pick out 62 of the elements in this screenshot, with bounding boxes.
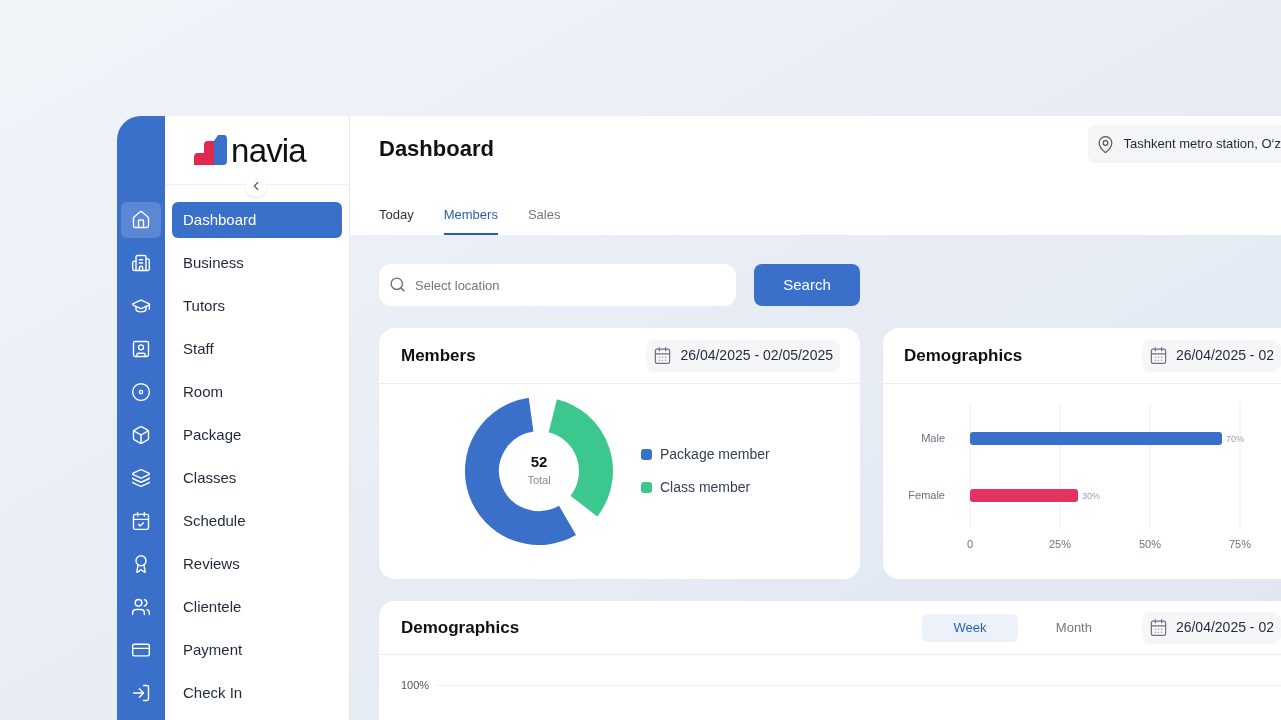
rail-button[interactable] bbox=[121, 202, 161, 238]
location-text: Tashkent metro station, O‘z bbox=[1123, 135, 1281, 154]
date-range-text: 26/04/2025 - 02/05/2025 bbox=[680, 346, 833, 365]
category-label: Female bbox=[908, 489, 945, 501]
date-range-text: 26/04/2025 - 02 bbox=[1175, 618, 1274, 637]
logo-mark bbox=[194, 135, 229, 165]
box-icon bbox=[131, 425, 151, 445]
user-icon bbox=[131, 339, 151, 359]
axis-label: 100% bbox=[401, 678, 430, 693]
axis-tick-label: 75% bbox=[1229, 538, 1251, 550]
period-toggle[interactable]: Week bbox=[921, 613, 1018, 642]
logo-text: navia bbox=[231, 133, 306, 167]
calendar-icon bbox=[1148, 346, 1168, 365]
nav-item[interactable]: Reviews bbox=[172, 546, 342, 582]
category-label: Male bbox=[921, 432, 945, 444]
location-selector[interactable]: Tashkent metro station, O‘z bbox=[1088, 125, 1281, 163]
calendar-check-icon bbox=[131, 511, 151, 531]
date-range-text: 26/04/2025 - 02 bbox=[1175, 346, 1274, 365]
collapse-button[interactable] bbox=[245, 175, 267, 197]
nav-item[interactable]: Schedule bbox=[172, 503, 342, 539]
disc-icon bbox=[131, 382, 151, 402]
nav-item[interactable]: Dashboard bbox=[172, 202, 342, 238]
nav-item[interactable]: Check In bbox=[172, 675, 342, 711]
tab[interactable]: Today bbox=[379, 197, 414, 235]
search-field[interactable]: Select location bbox=[379, 264, 736, 306]
credit-card-icon bbox=[131, 640, 151, 660]
nav-item[interactable]: Payment bbox=[172, 632, 342, 668]
layers-icon bbox=[131, 468, 151, 488]
axis-tick-label: 25% bbox=[1049, 538, 1071, 550]
nav-item[interactable]: Classes bbox=[172, 460, 342, 496]
nav-item[interactable]: Clientele bbox=[172, 589, 342, 625]
tab[interactable]: Sales bbox=[527, 197, 561, 235]
nav-item[interactable]: Package bbox=[172, 417, 342, 453]
total-value: 52 bbox=[530, 453, 548, 473]
users-icon bbox=[131, 597, 151, 617]
buildings-icon bbox=[131, 253, 151, 273]
home-icon bbox=[131, 210, 151, 230]
calendar-icon bbox=[653, 346, 673, 365]
card-title: Members bbox=[401, 344, 476, 367]
axis-tick-label: 50% bbox=[1139, 538, 1161, 550]
log-in-icon bbox=[131, 683, 151, 703]
tab[interactable]: Members bbox=[443, 197, 498, 235]
card-title: Demographics bbox=[401, 616, 521, 639]
legend-label: Package member bbox=[660, 445, 770, 464]
page-title: Dashboard bbox=[379, 135, 494, 163]
search-icon bbox=[389, 276, 406, 293]
period-toggle[interactable]: Month bbox=[1025, 613, 1122, 642]
axis-tick-label: 0 bbox=[966, 538, 974, 550]
value-label: 30% bbox=[1082, 491, 1100, 501]
date-range-picker[interactable]: 26/04/2025 - 02 bbox=[1141, 339, 1281, 372]
date-range-picker[interactable]: 26/04/2025 - 02 bbox=[1141, 611, 1281, 644]
nav-item[interactable]: Staff bbox=[172, 331, 342, 367]
value-label: 70% bbox=[1226, 434, 1244, 444]
date-range-picker[interactable]: 26/04/2025 - 02/05/2025 bbox=[646, 339, 840, 372]
nav-item[interactable]: Tutors bbox=[172, 288, 342, 324]
nav-item[interactable]: Business bbox=[172, 245, 342, 281]
card-title: Demographics bbox=[904, 344, 1023, 367]
calendar-icon bbox=[1148, 618, 1168, 637]
total-label: Total bbox=[527, 473, 551, 489]
nav-item[interactable]: Room bbox=[172, 374, 342, 410]
search-button[interactable]: Search bbox=[754, 264, 860, 306]
legend-label: Class member bbox=[660, 478, 751, 497]
